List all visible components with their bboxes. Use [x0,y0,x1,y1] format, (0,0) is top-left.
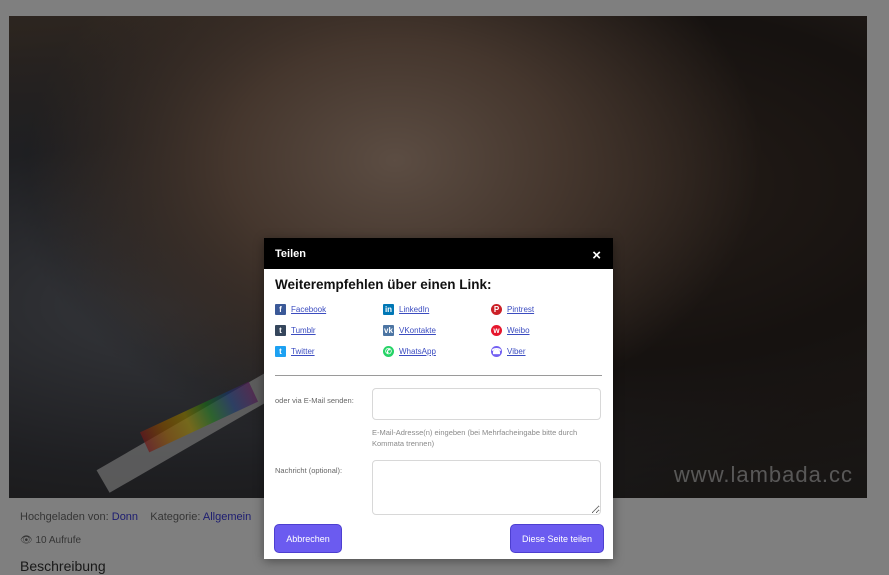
share-links-grid: f Facebook in LinkedIn P Pintrest t Tumblr vk VKo… [275,302,602,359]
close-icon[interactable]: × [592,247,601,264]
share-link-label[interactable]: LinkedIn [399,305,429,314]
weibo-icon: w [491,325,502,336]
share-link-tumblr[interactable]: t Tumblr [275,323,383,338]
share-link-label[interactable]: VKontakte [399,326,436,335]
share-link-label[interactable]: Pintrest [507,305,534,314]
facebook-icon: f [275,304,286,315]
tumblr-icon: t [275,325,286,336]
email-field[interactable] [372,388,601,420]
linkedin-icon: in [383,304,394,315]
dialog-header: Teilen × [264,238,613,269]
share-link-label[interactable]: Weibo [507,326,530,335]
share-link-weibo[interactable]: w Weibo [491,323,599,338]
share-link-facebook[interactable]: f Facebook [275,302,383,317]
share-link-linkedin[interactable]: in LinkedIn [383,302,491,317]
share-link-label[interactable]: Tumblr [291,326,316,335]
share-page-button[interactable]: Diese Seite teilen [510,524,604,553]
share-link-heading: Weiterempfehlen über einen Link: [275,277,492,292]
whatsapp-icon: ✆ [383,346,394,357]
share-link-whatsapp[interactable]: ✆ WhatsApp [383,344,491,359]
vkontakte-icon: vk [383,325,394,336]
twitter-icon: t [275,346,286,357]
share-link-label[interactable]: Facebook [291,305,326,314]
page: www.lambada.cc Hochgeladen von: Donn Kat… [0,0,889,575]
share-link-viber[interactable]: ☎ Viber [491,344,599,359]
dialog-title: Teilen [275,247,306,260]
share-link-twitter[interactable]: t Twitter [275,344,383,359]
share-link-label[interactable]: Viber [507,347,526,356]
share-link-label[interactable]: WhatsApp [399,347,436,356]
message-field[interactable] [372,460,601,515]
share-dialog: Teilen × Weiterempfehlen über einen Link… [264,238,613,559]
email-label: oder via E-Mail senden: [275,396,354,405]
message-label: Nachricht (optional): [275,466,343,475]
viber-icon: ☎ [491,346,502,357]
email-hint: E-Mail-Adresse(n) eingeben (bei Mehrfach… [372,428,578,448]
share-link-label[interactable]: Twitter [291,347,315,356]
share-link-pintrest[interactable]: P Pintrest [491,302,599,317]
pinterest-icon: P [491,304,502,315]
cancel-button[interactable]: Abbrechen [274,524,342,553]
dialog-body: Weiterempfehlen über einen Link: f Facebo… [264,269,613,515]
share-link-vkontakte[interactable]: vk VKontakte [383,323,491,338]
divider [275,375,602,376]
